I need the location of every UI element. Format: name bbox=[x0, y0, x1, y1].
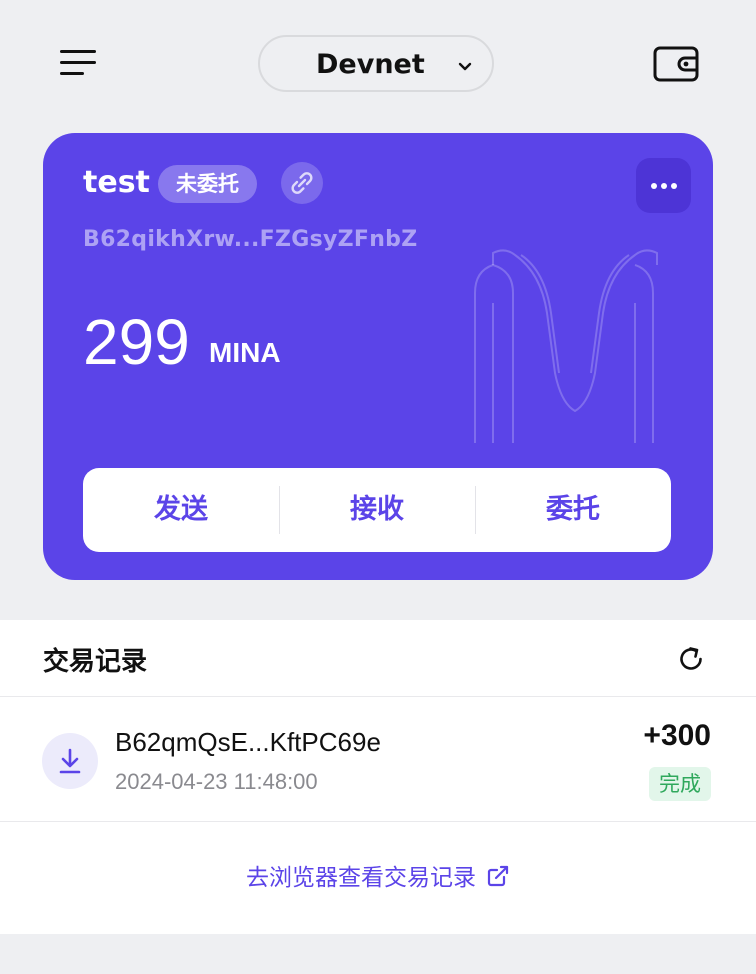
network-select[interactable]: Devnet bbox=[258, 35, 494, 92]
hamburger-line bbox=[60, 61, 96, 64]
hamburger-line bbox=[60, 72, 84, 75]
link-button[interactable] bbox=[281, 162, 323, 204]
more-dots-icon bbox=[651, 183, 657, 189]
wallet-icon bbox=[653, 46, 699, 82]
receive-button[interactable]: 接收 bbox=[279, 468, 475, 552]
account-card: test 未委托 B62qikhXrw...FZGsyZFnbZ 299 MIN… bbox=[43, 133, 713, 580]
account-address[interactable]: B62qikhXrw...FZGsyZFnbZ bbox=[83, 227, 417, 252]
receive-arrow-icon bbox=[59, 748, 81, 774]
menu-button[interactable] bbox=[56, 44, 100, 84]
refresh-button[interactable] bbox=[676, 644, 706, 674]
link-icon bbox=[291, 172, 313, 194]
balance-amount: 299 bbox=[83, 306, 190, 378]
more-dot bbox=[671, 183, 677, 189]
chevron-down-icon bbox=[458, 62, 472, 71]
more-dot bbox=[661, 183, 667, 189]
tx-status-badge: 完成 bbox=[649, 767, 711, 801]
tx-icon-container bbox=[42, 733, 98, 789]
refresh-icon bbox=[680, 647, 702, 670]
transaction-row[interactable]: B62qmQsE...KftPC69e 2024-04-23 11:48:00 … bbox=[0, 697, 756, 821]
explorer-link[interactable]: 去浏览器查看交易记录 bbox=[0, 858, 756, 892]
tx-amount: +300 bbox=[643, 719, 711, 752]
hamburger-menu-icon bbox=[60, 50, 96, 53]
wallet-button[interactable] bbox=[652, 44, 700, 84]
delegation-status-badge: 未委托 bbox=[158, 165, 257, 203]
more-options-button[interactable] bbox=[636, 158, 691, 213]
send-button[interactable]: 发送 bbox=[83, 468, 279, 552]
explorer-link-label: 去浏览器查看交易记录 bbox=[246, 865, 476, 891]
tx-address: B62qmQsE...KftPC69e bbox=[115, 727, 381, 757]
external-link-icon bbox=[487, 865, 509, 887]
mina-logo-watermark bbox=[474, 249, 658, 443]
delegate-button[interactable]: 委托 bbox=[475, 468, 671, 552]
divider bbox=[0, 821, 756, 822]
account-name: test bbox=[83, 165, 150, 200]
transactions-title: 交易记录 bbox=[43, 647, 148, 677]
transactions-panel: 交易记录 B62qmQsE...KftPC69e 2024-04-23 11:4… bbox=[0, 620, 756, 934]
top-bar: Devnet bbox=[0, 0, 756, 130]
tx-time: 2024-04-23 11:48:00 bbox=[115, 769, 318, 794]
network-label: Devnet bbox=[316, 49, 425, 80]
balance-unit: MINA bbox=[209, 337, 281, 368]
account-actions: 发送 接收 委托 bbox=[83, 468, 671, 552]
